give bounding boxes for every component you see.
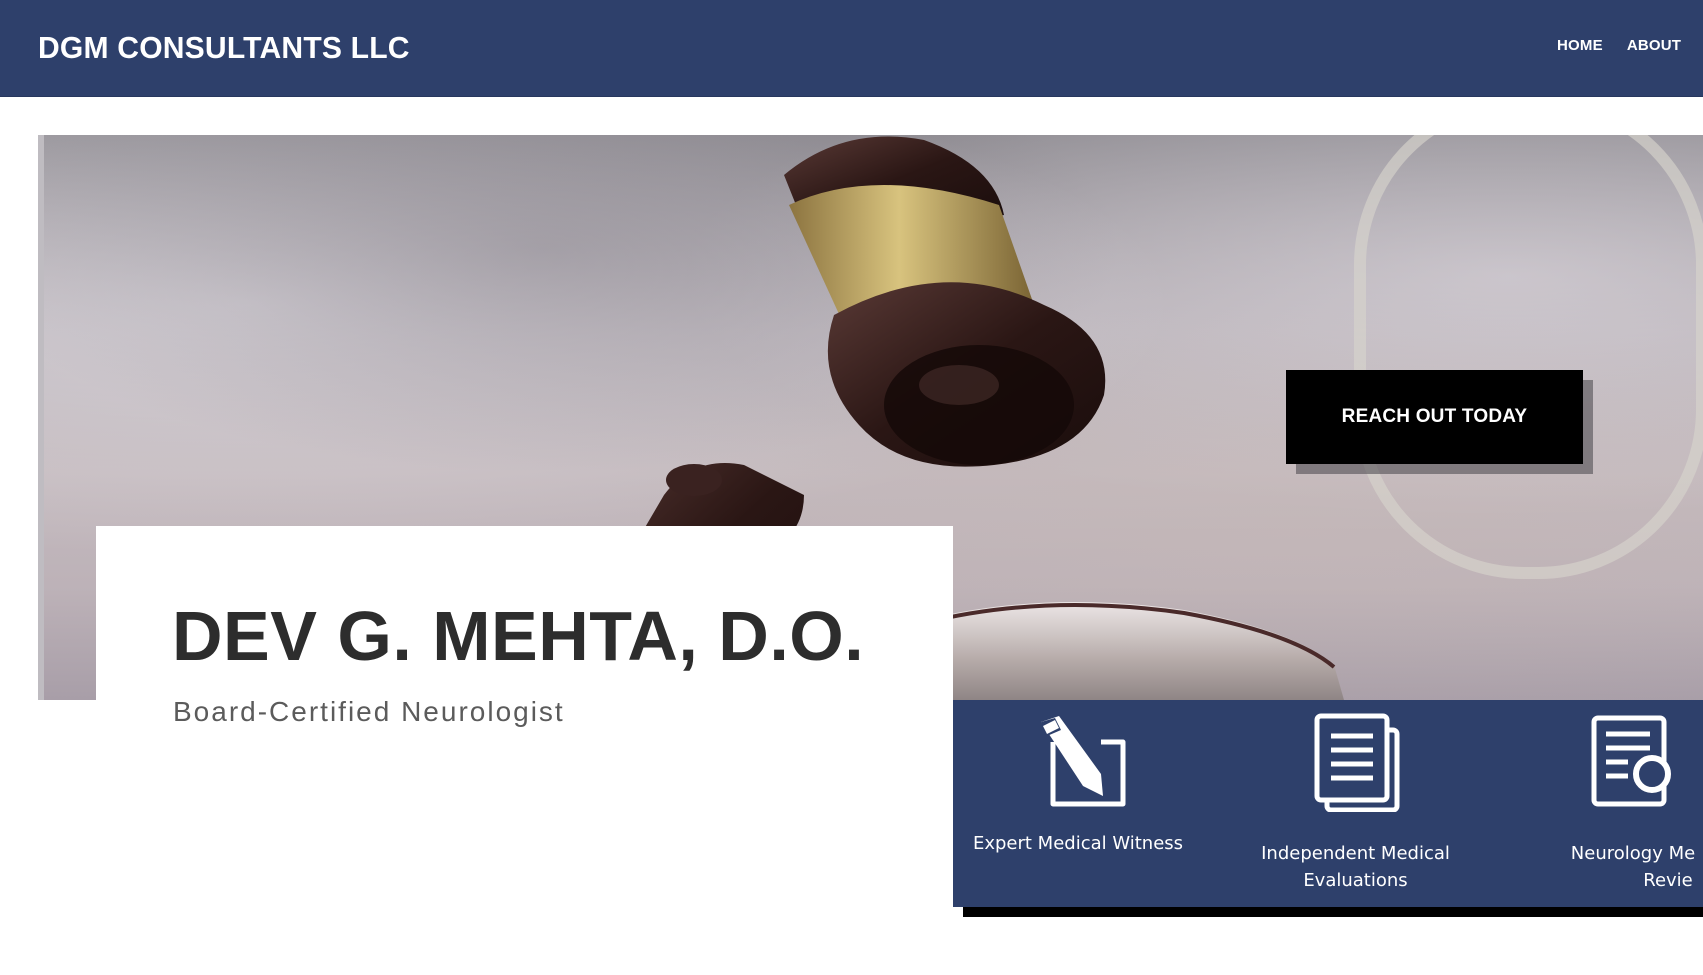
services-band: Expert Medical Witness Independent Medic… [953, 700, 1703, 907]
service-expert-witness[interactable]: Expert Medical Witness [953, 700, 1203, 907]
page-title: DEV G. MEHTA, D.O. [172, 597, 865, 675]
service-neurology-review[interactable]: Neurology Me Revie [1508, 700, 1703, 907]
service-label-line1: Independent Medical [1261, 843, 1450, 864]
page: DGM CONSULTANTS LLC HOME ABOUT S [0, 0, 1703, 975]
service-label-line1: Expert Medical Witness [972, 833, 1184, 854]
pencil-edit-icon [1041, 716, 1126, 807]
service-label-line2: Revie [1643, 870, 1693, 891]
site-logo-text[interactable]: DGM CONSULTANTS LLC [38, 30, 410, 66]
nav-about-link[interactable]: ABOUT [1627, 37, 1681, 54]
reach-out-button[interactable]: REACH OUT TODAY [1286, 370, 1583, 464]
service-label: Independent Medical Evaluations [1203, 840, 1508, 894]
service-label: Neurology Me Revie [1508, 840, 1703, 894]
service-independent-evaluations[interactable]: Independent Medical Evaluations [1203, 700, 1508, 907]
document-search-icon [1591, 715, 1671, 807]
page-subtitle: Board-Certified Neurologist [173, 696, 565, 727]
main-nav: HOME ABOUT S [1557, 37, 1703, 54]
name-card: DEV G. MEHTA, D.O. Board-Certified Neuro… [96, 526, 953, 906]
documents-icon [1314, 713, 1400, 812]
service-label-line2: Evaluations [1303, 870, 1408, 891]
nav-home-link[interactable]: HOME [1557, 37, 1603, 54]
service-label: Expert Medical Witness [953, 830, 1203, 857]
site-header: DGM CONSULTANTS LLC HOME ABOUT S [0, 0, 1703, 97]
service-label-line1: Neurology Me [1570, 843, 1696, 864]
